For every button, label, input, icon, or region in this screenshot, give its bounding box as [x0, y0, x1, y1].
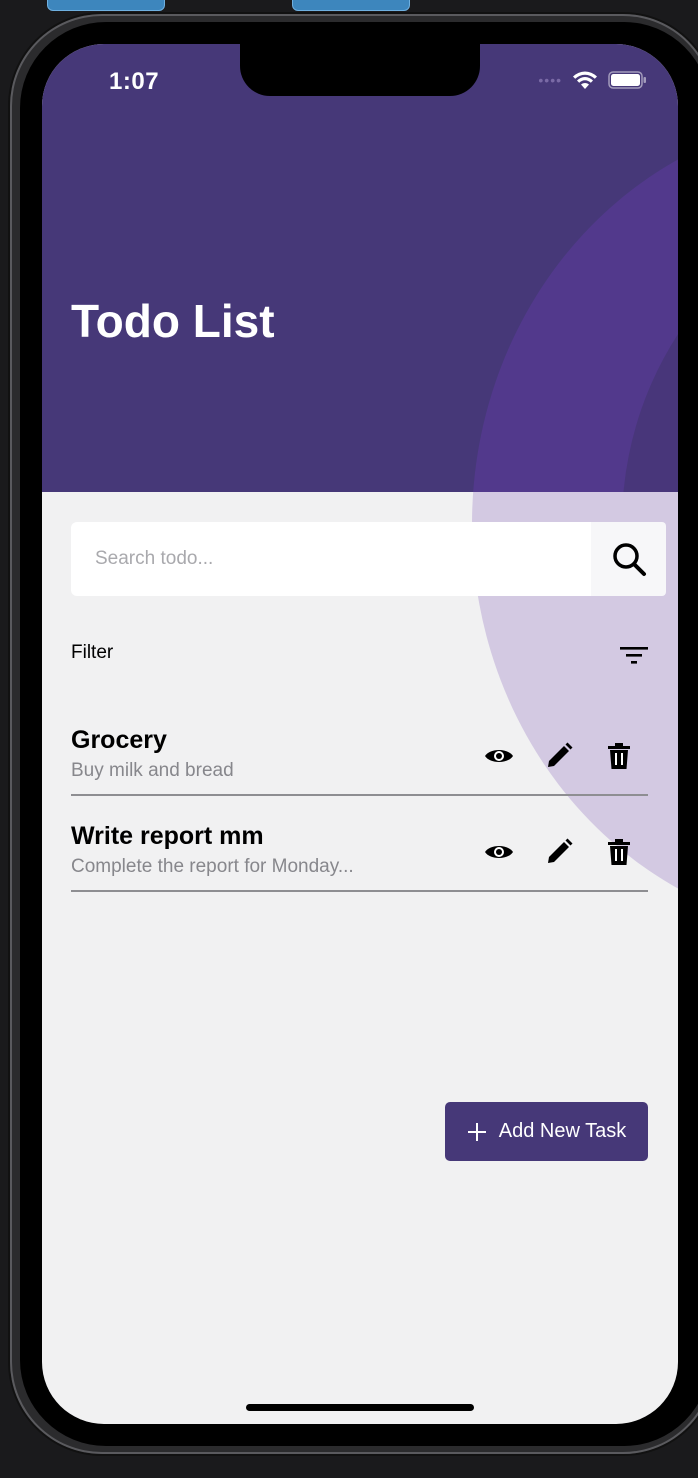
eye-icon	[485, 846, 513, 858]
trash-icon	[608, 839, 630, 865]
task-item: Write report mm Complete the report for …	[71, 796, 648, 892]
background-window-button	[292, 0, 410, 11]
edit-task-button[interactable]	[539, 832, 579, 872]
search-button[interactable]	[591, 522, 666, 596]
wifi-icon	[573, 71, 597, 89]
eye-icon	[485, 750, 513, 762]
pencil-icon	[548, 838, 573, 863]
task-description: Complete the report for Monday...	[71, 856, 354, 877]
filter-icon	[620, 647, 648, 664]
view-task-button[interactable]	[479, 736, 519, 776]
home-indicator[interactable]	[246, 1404, 474, 1411]
plus-icon	[467, 1122, 486, 1141]
trash-icon	[608, 743, 630, 769]
search-field[interactable]	[71, 522, 591, 596]
add-new-task-label: Add New Task	[498, 1120, 627, 1142]
pencil-icon	[548, 742, 573, 767]
search-icon	[612, 543, 646, 576]
delete-task-button[interactable]	[599, 832, 639, 872]
page-title: Todo List	[71, 295, 275, 347]
edit-task-button[interactable]	[539, 736, 579, 776]
view-task-button[interactable]	[479, 832, 519, 872]
signal-dots: ••••	[538, 72, 562, 88]
app-screen: Todo List 1:07 •••• Filter	[42, 44, 678, 1424]
filter-button[interactable]	[614, 642, 654, 668]
status-time: 1:07	[109, 68, 160, 95]
add-new-task-button[interactable]: Add New Task	[445, 1102, 648, 1161]
background-window-button	[47, 0, 165, 11]
task-description: Buy milk and bread	[71, 760, 234, 781]
filter-label: Filter	[71, 642, 114, 663]
phone-notch	[240, 44, 480, 96]
search-input[interactable]	[71, 522, 591, 596]
status-icons: ••••	[538, 70, 648, 90]
app-header: Todo List	[42, 44, 678, 492]
task-title: Write report mm	[71, 822, 264, 850]
task-title: Grocery	[71, 726, 167, 754]
delete-task-button[interactable]	[599, 736, 639, 776]
task-item: Grocery Buy milk and bread	[71, 700, 648, 796]
battery-icon	[608, 71, 646, 89]
